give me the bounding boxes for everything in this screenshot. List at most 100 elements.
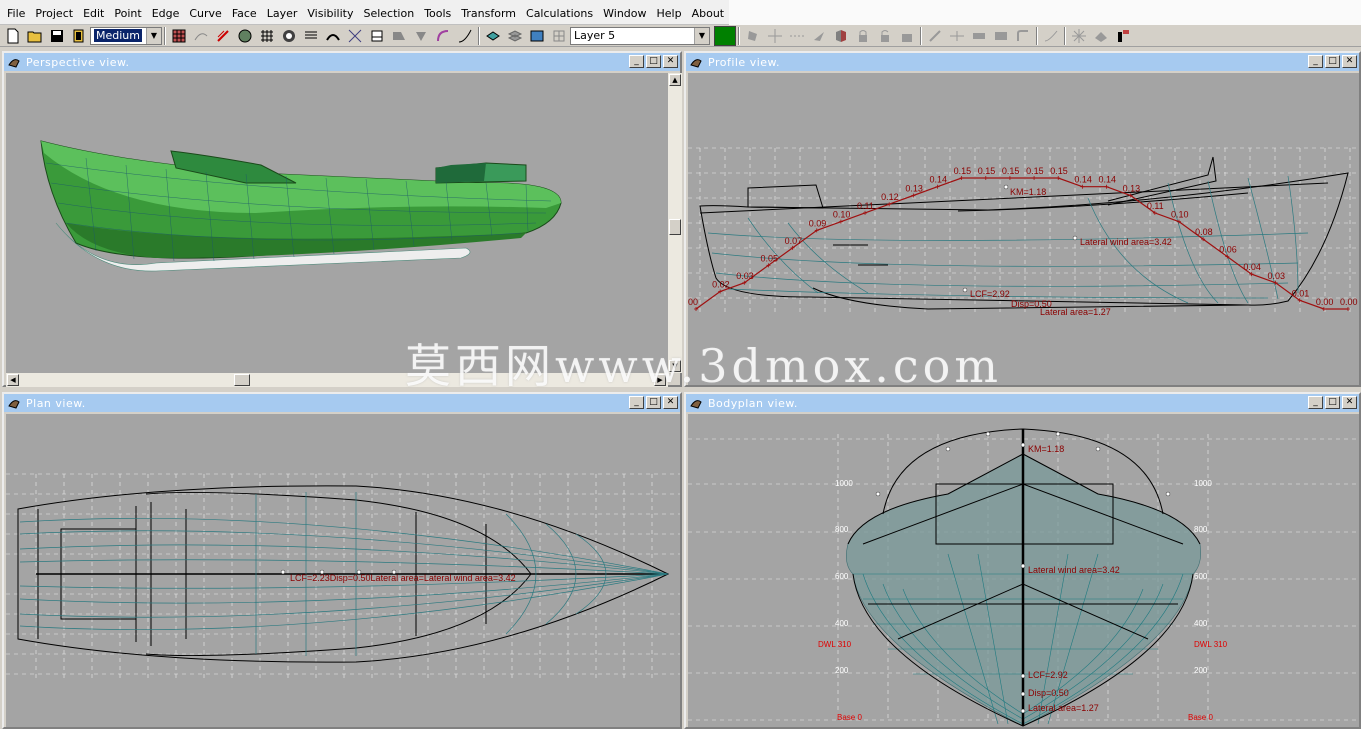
stations-icon[interactable] [278,26,300,46]
minimize-button[interactable]: _ [1308,55,1323,68]
layer-color-swatch[interactable] [714,25,736,46]
menu-curve[interactable]: Curve [184,0,226,25]
close-button[interactable]: ✕ [1342,55,1357,68]
menu-layer[interactable]: Layer [262,0,303,25]
menu-point[interactable]: Point [109,0,146,25]
menu-edit[interactable]: Edit [78,0,109,25]
scroll-right-icon[interactable]: ▶ [654,374,666,386]
menu-file[interactable]: File [2,0,30,25]
active-layer-select[interactable]: Layer 5 ▼ [570,26,710,45]
grid-icon[interactable] [256,26,278,46]
layer-properties-icon[interactable] [526,26,548,46]
normals-icon[interactable] [410,26,432,46]
crease-edge-icon[interactable] [1012,26,1034,46]
menu-project[interactable]: Project [30,0,78,25]
menu-visibility[interactable]: Visibility [302,0,358,25]
profile-lcf-label: LCF=2.92 [970,289,1010,299]
toolbar-separator [1036,26,1038,45]
perspective-canvas[interactable] [6,73,668,373]
profile-area-value: 0.03 [1268,271,1286,281]
menu-transform[interactable]: Transform [456,0,521,25]
menu-bar: File Project Edit Point Edge Curve Face … [0,0,1361,25]
scale-right-label: 600 [1194,572,1208,581]
menu-edge[interactable]: Edge [147,0,185,25]
curvature-plot-icon[interactable] [454,26,476,46]
precision-select[interactable]: Medium ▼ [90,26,162,45]
profile-area-value: 0.09 [809,218,827,228]
buttocks-icon[interactable] [300,26,322,46]
maximize-button[interactable]: □ [646,396,661,409]
waterlines-icon[interactable] [322,26,344,46]
maximize-button[interactable]: □ [646,55,661,68]
flip-normals-icon[interactable] [1090,26,1112,46]
close-button[interactable]: ✕ [663,55,678,68]
active-layer-value: Layer 5 [574,29,616,42]
profile-canvas[interactable]: 00 0.02 0.03 0.05 0.07 0.09 0.10 0.11 0.12 0.13 0.… [688,73,1359,385]
profile-area-value: 0.14 [1074,175,1092,185]
flowlines-icon[interactable] [388,26,410,46]
menu-help[interactable]: Help [652,0,687,25]
maximize-button[interactable]: □ [1325,55,1340,68]
save-disk-icon[interactable] [46,26,68,46]
scroll-thumb[interactable] [234,374,250,386]
scroll-down-icon[interactable]: ▼ [669,360,681,372]
layers-icon[interactable] [504,26,526,46]
align-points-icon[interactable] [786,26,808,46]
curvature-icon[interactable] [212,26,234,46]
design-hydrostatics-icon[interactable] [1112,26,1134,46]
window-icon [6,395,22,411]
toolbar-separator [1064,26,1066,45]
bodyplan-canvas[interactable]: KM=1.18 Lateral wind area=3.42 LCF=2.92 … [688,414,1359,727]
minimize-button[interactable]: _ [1308,396,1323,409]
menu-calculations[interactable]: Calculations [521,0,598,25]
split-edge-icon[interactable] [946,26,968,46]
close-button[interactable]: ✕ [663,396,678,409]
unlock-icon[interactable] [874,26,896,46]
collapse-edge-icon[interactable] [990,26,1012,46]
new-edge-icon[interactable] [924,26,946,46]
dwl-right-label: DWL 310 [1194,640,1228,649]
scroll-thumb[interactable] [669,219,681,235]
minimize-button[interactable]: _ [629,396,644,409]
plan-drawing: LCF=2.23Disp=0.50Lateral area=Lateral wi… [6,414,680,727]
new-file-icon[interactable] [2,26,24,46]
menu-tools[interactable]: Tools [419,0,456,25]
maximize-button[interactable]: □ [1325,396,1340,409]
profile-area-value: 0.13 [905,183,923,193]
menu-window[interactable]: Window [598,0,651,25]
dwl-left-label: DWL 310 [818,640,852,649]
plan-canvas[interactable]: LCF=2.23Disp=0.50Lateral area=Lateral wi… [6,414,680,727]
perspective-horizontal-scrollbar[interactable]: ◀ ▶ [6,373,668,387]
profile-area-value: 00 [688,297,698,307]
menu-selection[interactable]: Selection [358,0,419,25]
menu-face[interactable]: Face [227,0,262,25]
new-layer-icon[interactable] [482,26,504,46]
chevron-down-icon: ▼ [146,27,161,44]
new-curve-icon[interactable] [1040,26,1062,46]
lock-icon[interactable] [852,26,874,46]
new-face-icon[interactable] [1068,26,1090,46]
menu-about[interactable]: About [687,0,730,25]
export-icon[interactable] [68,26,90,46]
markers-icon[interactable] [432,26,454,46]
close-button[interactable]: ✕ [1342,396,1357,409]
shade-icon[interactable] [234,26,256,46]
scroll-up-icon[interactable]: ▲ [669,74,681,86]
toolbar-separator [738,26,740,45]
add-point-icon[interactable] [742,26,764,46]
insert-plane-icon[interactable] [830,26,852,46]
extrude-edge-icon[interactable] [968,26,990,46]
open-folder-icon[interactable] [24,26,46,46]
layer-grid-icon[interactable] [548,26,570,46]
diagonals-icon[interactable] [344,26,366,46]
scroll-left-icon[interactable]: ◀ [7,374,19,386]
collapse-point-icon[interactable] [808,26,830,46]
perspective-vertical-scrollbar[interactable]: ▲ ▼ [668,73,682,373]
profile-area-value: 0.05 [760,253,778,263]
minimize-button[interactable]: _ [629,55,644,68]
move-point-icon[interactable] [764,26,786,46]
hydrostatics-icon[interactable] [366,26,388,46]
interior-edges-icon[interactable] [190,26,212,46]
unlock-all-icon[interactable] [896,26,918,46]
control-net-icon[interactable] [168,26,190,46]
